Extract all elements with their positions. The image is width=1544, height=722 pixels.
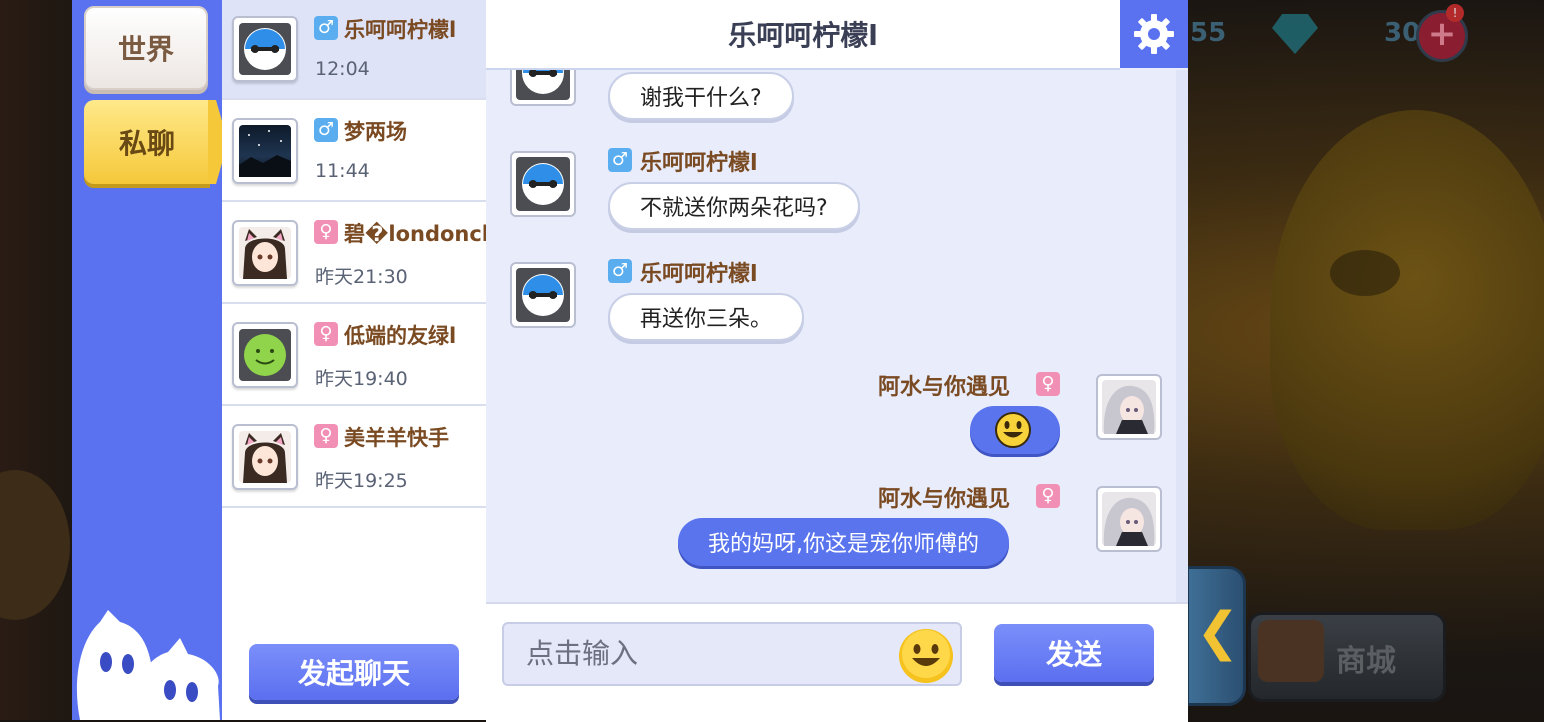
message-bubble: 不就送你两朵花吗? <box>608 182 860 230</box>
background-duck-character <box>1270 110 1544 530</box>
player-avatar <box>1096 374 1162 440</box>
start-chat-button[interactable]: 发起聊天 <box>249 644 459 700</box>
message-bubble: 我的妈呀,你这是宠你师傅的 <box>678 518 1009 566</box>
contact-time: 昨天21:30 <box>315 266 408 288</box>
contact-time: 11:44 <box>315 160 370 182</box>
message-list[interactable]: 谢我干什么? ♂ 乐呵呵柠檬l 不就送你两朵花吗? ♂ 乐呵呵柠檬l 再送你三朵… <box>486 70 1176 602</box>
contact-name: 梦两场 <box>344 120 407 144</box>
catgirl-avatar <box>232 424 298 490</box>
female-icon: ♀ <box>314 220 338 244</box>
message-bubble: 再送你三朵。 <box>608 293 805 341</box>
scrollbar[interactable] <box>1176 70 1188 602</box>
chevron-left-icon: ❮ <box>1196 602 1240 662</box>
sender-name: 阿水与你遇见 <box>878 375 1011 400</box>
contact-time: 昨天19:25 <box>315 470 408 492</box>
contact-list: ♂ 乐呵呵柠檬l 12:04 ♂ 梦两场 11:44 ♀ 碧�londoncl … <box>222 0 490 720</box>
contact-item[interactable]: ♀ 美羊羊快手 昨天19:25 <box>222 408 486 508</box>
contact-item[interactable]: ♂ 梦两场 11:44 <box>222 102 486 202</box>
chat-panel: 乐呵呵柠檬l 谢我干什么? ♂ 乐呵呵柠檬l 不就送你两朵花吗? ♂ 乐呵呵柠檬… <box>486 0 1188 722</box>
male-icon: ♂ <box>314 118 338 142</box>
hud-diamond-count: 30 <box>1384 18 1421 48</box>
female-icon: ♀ <box>1036 484 1060 508</box>
background-duck-eye <box>1330 250 1400 296</box>
mascot-ghost-icon <box>76 610 220 720</box>
sender-name: 乐呵呵柠檬l <box>640 262 758 287</box>
settings-button[interactable] <box>1120 0 1188 68</box>
baymax-avatar <box>510 262 576 328</box>
green-smiley-avatar <box>232 322 298 388</box>
male-icon: ♂ <box>608 259 632 283</box>
contact-time: 昨天19:40 <box>315 368 408 390</box>
contact-name: 低端的友绿l <box>344 324 457 348</box>
message-input[interactable]: 点击输入 <box>502 622 962 686</box>
emoji-button[interactable] <box>898 628 954 684</box>
female-icon: ♀ <box>1036 372 1060 396</box>
shop-icon <box>1258 620 1324 682</box>
shop-label: 商城 <box>1336 644 1396 679</box>
contact-item[interactable]: ♀ 碧�londoncl 昨天21:30 <box>222 204 490 304</box>
smiley-emoji <box>995 412 1031 448</box>
smiley-icon <box>899 629 953 683</box>
input-area: 点击输入 发送 <box>486 602 1188 722</box>
baymax-avatar <box>232 16 298 82</box>
sender-name: 阿水与你遇见 <box>878 487 1011 512</box>
baymax-avatar <box>510 70 576 106</box>
hud-coin-count: 55 <box>1190 18 1227 48</box>
tab-private[interactable]: 私聊 <box>84 100 210 184</box>
contact-item[interactable]: ♂ 乐呵呵柠檬l 12:04 <box>222 0 486 100</box>
notification-badge: ! <box>1446 4 1464 22</box>
message-bubble-emoji <box>970 406 1060 454</box>
female-icon: ♀ <box>314 322 338 346</box>
contact-item[interactable]: ♀ 低端的友绿l 昨天19:40 <box>222 306 486 406</box>
contact-time: 12:04 <box>315 58 370 80</box>
player-avatar <box>1096 486 1162 552</box>
male-icon: ♂ <box>314 16 338 40</box>
night-sky-avatar <box>232 118 298 184</box>
contact-name: 美羊羊快手 <box>344 426 449 450</box>
chat-title: 乐呵呵柠檬l <box>486 0 1120 70</box>
contact-name: 乐呵呵柠檬l <box>344 18 457 42</box>
contact-name: 碧�londoncl <box>344 222 490 246</box>
message-bubble: 谢我干什么? <box>608 72 794 120</box>
catgirl-avatar <box>232 220 298 286</box>
sender-name: 乐呵呵柠檬l <box>640 151 758 176</box>
gear-icon <box>1134 14 1174 54</box>
baymax-avatar <box>510 151 576 217</box>
female-icon: ♀ <box>314 424 338 448</box>
send-button[interactable]: 发送 <box>994 624 1154 682</box>
tab-world[interactable]: 世界 <box>84 6 208 90</box>
male-icon: ♂ <box>608 148 632 172</box>
